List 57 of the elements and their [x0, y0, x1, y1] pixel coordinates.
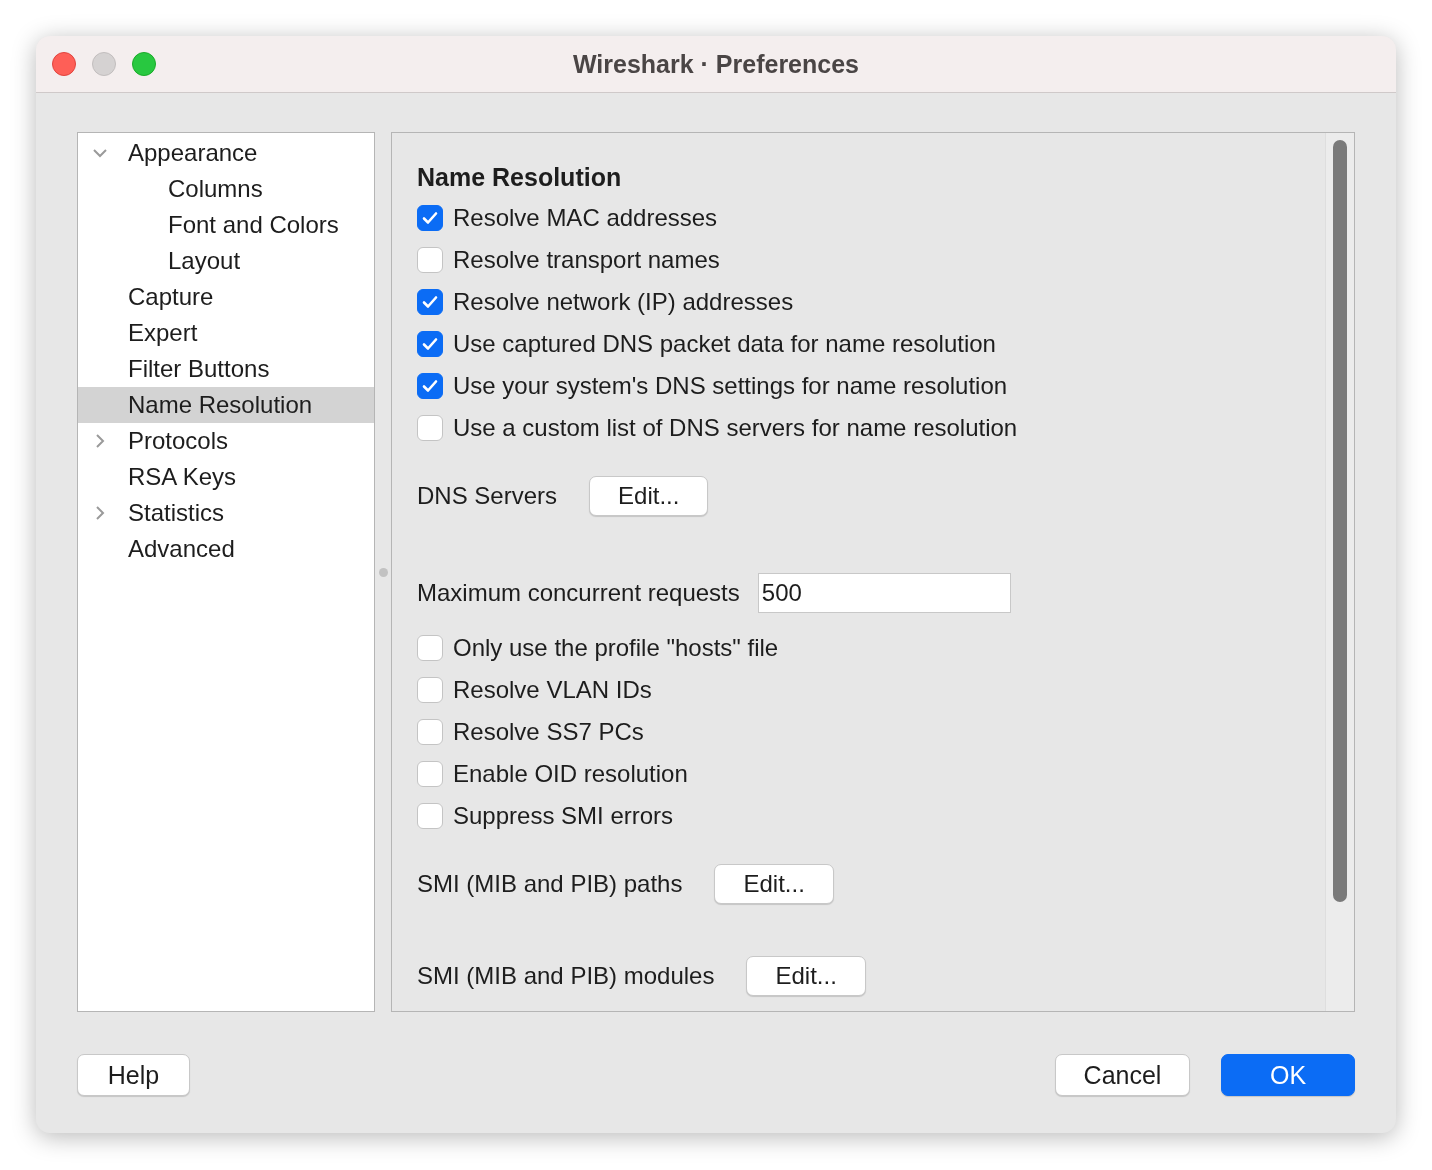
- tree-item[interactable]: Statistics: [78, 495, 374, 531]
- zoom-button[interactable]: [132, 52, 156, 76]
- checkmark-icon: [421, 377, 439, 395]
- checkbox[interactable]: [417, 331, 443, 357]
- tree-item[interactable]: Appearance: [78, 135, 374, 171]
- checkbox[interactable]: [417, 247, 443, 273]
- setting-label: SMI (MIB and PIB) paths: [417, 870, 683, 898]
- checkbox[interactable]: [417, 373, 443, 399]
- checkbox-label: Enable OID resolution: [453, 760, 688, 788]
- edit-button[interactable]: Edit...: [714, 864, 834, 904]
- tree-item[interactable]: Layout: [78, 243, 374, 279]
- tree-item[interactable]: Name Resolution: [78, 387, 374, 423]
- checkmark-icon: [421, 335, 439, 353]
- ok-button[interactable]: OK: [1221, 1054, 1355, 1096]
- cancel-button[interactable]: Cancel: [1055, 1054, 1190, 1096]
- edit-button[interactable]: Edit...: [746, 956, 866, 996]
- checkbox[interactable]: [417, 677, 443, 703]
- checkmark-icon: [421, 209, 439, 227]
- checkbox-label: Resolve SS7 PCs: [453, 718, 644, 746]
- tree-item[interactable]: Font and Colors: [78, 207, 374, 243]
- checkbox-label: Use your system's DNS settings for name resolution: [453, 372, 1008, 400]
- minimize-button[interactable]: [92, 52, 116, 76]
- close-button[interactable]: [52, 52, 76, 76]
- scrollbar-thumb[interactable]: [1333, 140, 1347, 902]
- splitter-handle[interactable]: [378, 567, 388, 577]
- setting-label: SMI (MIB and PIB) modules: [417, 962, 715, 990]
- tree-item[interactable]: Expert: [78, 315, 374, 351]
- scrollbar[interactable]: [1325, 133, 1354, 1011]
- checkbox-label: Resolve network (IP) addresses: [453, 288, 794, 316]
- setting-label: DNS Servers: [417, 482, 558, 510]
- checkbox-label: Resolve transport names: [453, 246, 720, 274]
- help-button[interactable]: Help: [77, 1054, 190, 1096]
- checkmark-icon: [421, 293, 439, 311]
- checkbox[interactable]: [417, 205, 443, 231]
- checkbox[interactable]: [417, 289, 443, 315]
- checkbox[interactable]: [417, 719, 443, 745]
- tree-item[interactable]: Capture: [78, 279, 374, 315]
- checkbox[interactable]: [417, 803, 443, 829]
- checkbox-label: Use captured DNS packet data for name resolution: [453, 330, 996, 358]
- checkbox-label: Suppress SMI errors: [453, 802, 674, 830]
- checkbox-label: Only use the profile "hosts" file: [453, 634, 779, 662]
- tree-item[interactable]: Advanced: [78, 531, 374, 567]
- tree-item[interactable]: Filter Buttons: [78, 351, 374, 387]
- checkbox-label: Use a custom list of DNS servers for name resolution: [453, 414, 1018, 442]
- tree-item[interactable]: Protocols: [78, 423, 374, 459]
- window-title: Wireshark · Preferences: [572, 49, 859, 78]
- setting-label: Maximum concurrent requests: [417, 579, 740, 607]
- tree-item[interactable]: RSA Keys: [78, 459, 374, 495]
- checkbox[interactable]: [417, 635, 443, 661]
- checkbox-label: Resolve VLAN IDs: [453, 676, 652, 704]
- checkbox[interactable]: [417, 761, 443, 787]
- checkbox-label: Resolve MAC addresses: [453, 204, 718, 232]
- edit-button[interactable]: Edit...: [589, 476, 709, 516]
- input-field[interactable]: 500: [757, 573, 1011, 613]
- checkbox[interactable]: [417, 415, 443, 441]
- tree-item[interactable]: Columns: [78, 171, 374, 207]
- section-heading: Name Resolution: [417, 161, 623, 193]
